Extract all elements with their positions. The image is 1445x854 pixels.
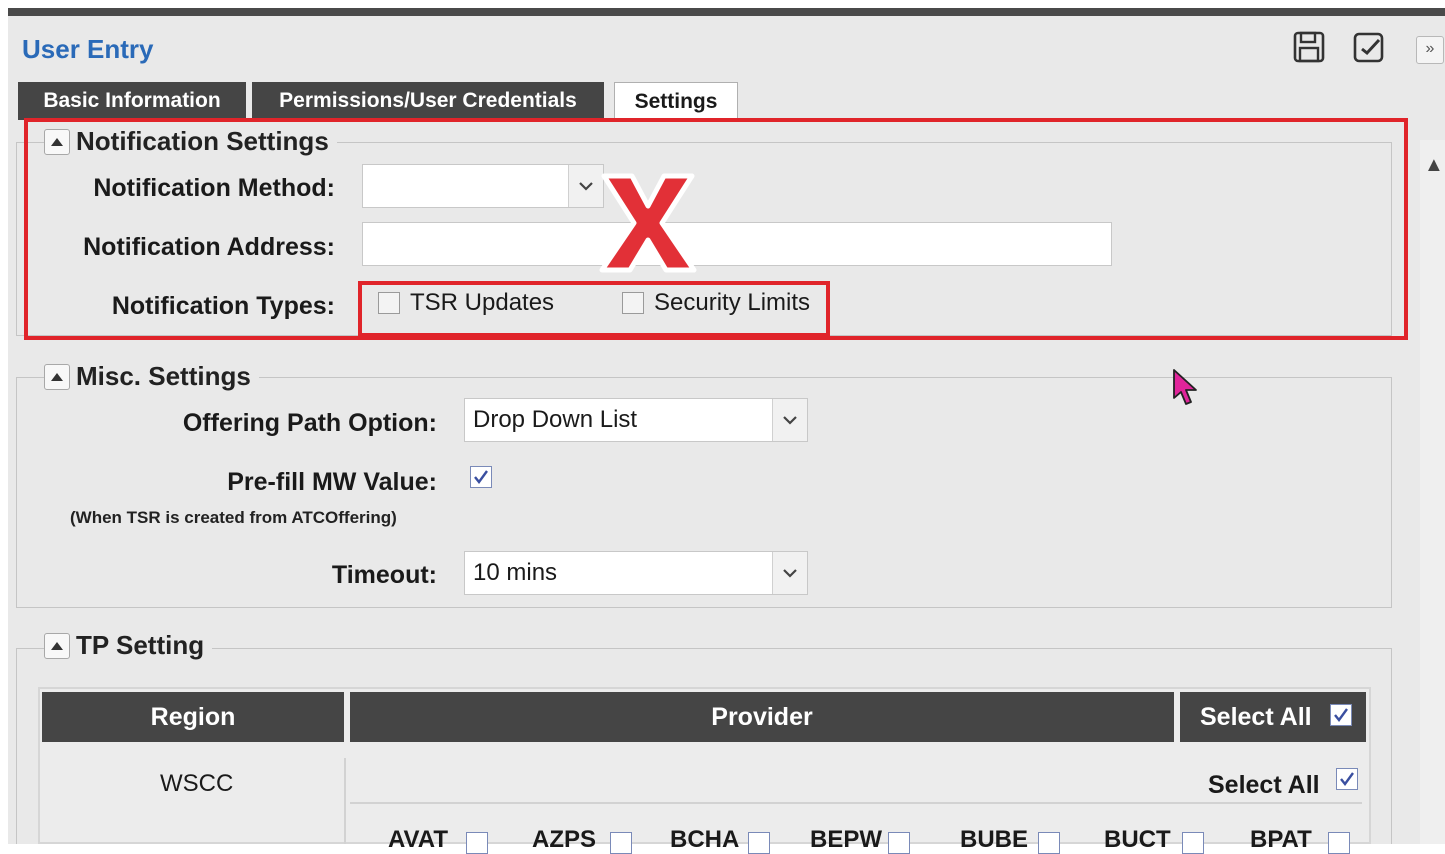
- triangle-up-icon: [51, 641, 63, 650]
- tab-basic-information[interactable]: Basic Information: [18, 82, 246, 120]
- misc-settings-legend: Misc. Settings: [44, 361, 259, 392]
- provider-checkbox[interactable]: [610, 832, 632, 854]
- column-divider: [344, 758, 346, 844]
- collapse-tp-button[interactable]: [44, 632, 70, 659]
- select-all-header-label: Select All: [1200, 702, 1312, 731]
- region-cell: WSCC: [160, 770, 234, 797]
- mouse-pointer-icon: [1173, 369, 1197, 405]
- row-divider: [350, 802, 1362, 804]
- provider-column-header: Provider: [350, 692, 1174, 742]
- timeout-select[interactable]: 10 mins: [464, 551, 808, 595]
- top-border: [8, 8, 1445, 16]
- scrollbar[interactable]: [1420, 140, 1445, 844]
- scroll-up-arrow-icon[interactable]: ▲: [1424, 154, 1444, 177]
- prefill-mw-label: Pre-fill MW Value:: [227, 468, 437, 496]
- edit-check-icon[interactable]: [1352, 30, 1386, 64]
- notification-types-highlight-box: [358, 281, 830, 337]
- save-icon[interactable]: [1292, 30, 1326, 64]
- triangle-up-icon: [51, 372, 63, 381]
- provider-checkbox[interactable]: [466, 832, 488, 854]
- select-all-header-cell: Select All: [1180, 692, 1366, 742]
- prefill-mw-note: (When TSR is created from ATCOffering): [70, 508, 397, 527]
- chevron-down-icon[interactable]: [772, 399, 807, 441]
- provider-label: BEPW: [810, 826, 882, 853]
- provider-label: BPAT: [1250, 826, 1312, 853]
- select-all-row-checkbox[interactable]: [1336, 768, 1358, 790]
- window-header: User Entry »: [8, 16, 1445, 81]
- collapse-misc-button[interactable]: [44, 363, 70, 390]
- checkmark-icon: [474, 470, 488, 484]
- tp-setting-title: TP Setting: [76, 630, 205, 660]
- provider-label: AVAT: [388, 826, 448, 853]
- provider-label: BUBE: [960, 826, 1029, 853]
- select-all-header-checkbox[interactable]: [1330, 704, 1352, 726]
- provider-label: AZPS: [532, 826, 597, 853]
- tab-settings[interactable]: Settings: [614, 82, 738, 122]
- provider-checkbox[interactable]: [1182, 832, 1204, 854]
- offering-path-label: Offering Path Option:: [182, 409, 437, 437]
- offering-path-select[interactable]: Drop Down List: [464, 398, 808, 442]
- provider-checkbox[interactable]: [888, 832, 910, 854]
- misc-settings-title: Misc. Settings: [76, 361, 251, 391]
- provider-checkbox[interactable]: [748, 832, 770, 854]
- provider-checkbox[interactable]: [1328, 832, 1350, 854]
- offering-path-value: Drop Down List: [473, 406, 638, 433]
- cross-mark-icon: [599, 173, 697, 273]
- select-all-row-label: Select All: [1208, 771, 1320, 799]
- region-column-header: Region: [42, 692, 344, 742]
- provider-label: BUCT: [1104, 826, 1171, 853]
- prefill-mw-checkbox[interactable]: [470, 466, 492, 488]
- timeout-label: Timeout:: [331, 561, 437, 589]
- page-title: User Entry: [22, 34, 154, 64]
- tp-setting-legend: TP Setting: [44, 630, 213, 661]
- checkmark-icon: [1334, 708, 1348, 722]
- timeout-value: 10 mins: [473, 559, 558, 586]
- checkmark-icon: [1340, 772, 1354, 786]
- provider-label: BCHA: [670, 826, 740, 853]
- expand-panel-button[interactable]: »: [1416, 36, 1444, 64]
- chevron-down-icon[interactable]: [772, 552, 807, 594]
- tab-permissions[interactable]: Permissions/User Credentials: [252, 82, 604, 120]
- provider-checkbox[interactable]: [1038, 832, 1060, 854]
